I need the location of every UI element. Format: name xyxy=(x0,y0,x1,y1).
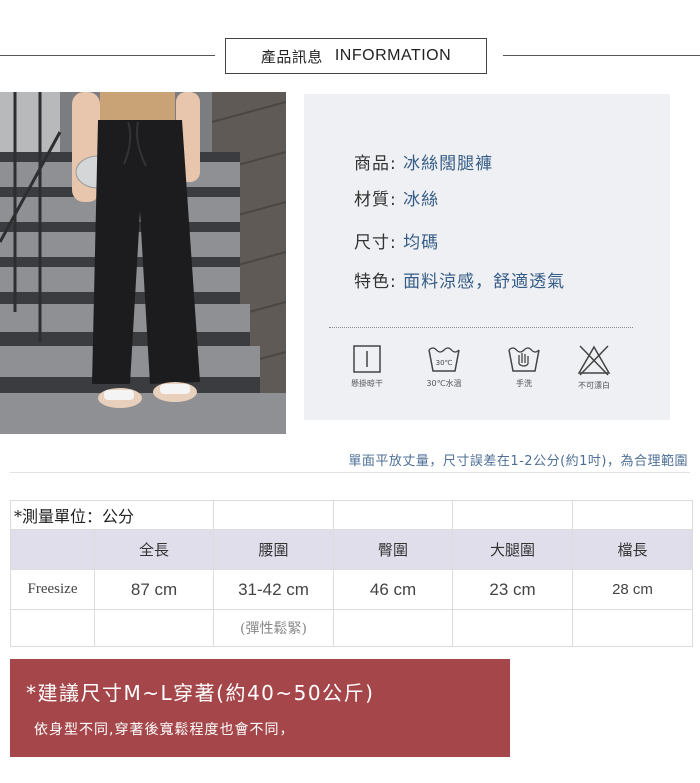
table-cell xyxy=(452,609,574,647)
table-cell: Freesize xyxy=(10,569,95,610)
table-header-cell: 大腿圍 xyxy=(452,529,574,570)
spec-item: 特色: 面料涼感，舒適透氣 xyxy=(354,272,566,292)
no-bleach-icon xyxy=(577,345,611,376)
wash-30-icon: 30℃ xyxy=(428,347,460,372)
table-cell: (彈性鬆緊) xyxy=(213,609,335,647)
care-item-no-bleach: 不可漂白 xyxy=(559,344,629,391)
divider xyxy=(329,327,633,328)
measurement-note: 單面平放丈量，尺寸誤差在1-2公分(約1吋)，為合理範圍 xyxy=(348,454,688,469)
section-title-en: INFORMATION xyxy=(334,47,452,64)
table-cell xyxy=(10,609,95,647)
table-cell xyxy=(572,609,694,647)
table-header-cell: 腰圍 xyxy=(213,529,335,570)
unit-label: *測量單位：公分 xyxy=(9,500,215,530)
divider xyxy=(10,472,690,473)
header-rule-right xyxy=(503,55,700,56)
hang-dry-icon xyxy=(353,345,381,373)
svg-text:30℃: 30℃ xyxy=(436,359,453,367)
table-unit-row: *測量單位：公分 xyxy=(9,500,694,530)
spec-item: 材質: 冰絲 xyxy=(354,190,440,210)
section-title-zh: 產品訊息 xyxy=(260,47,323,66)
table-header-cell xyxy=(10,529,95,570)
table-cell: 23 cm xyxy=(452,569,574,610)
size-table: *測量單位：公分 全長 腰圍 臀圍 大腿圍 檔長 Freesize 87 cm … xyxy=(9,500,694,647)
spec-item: 商品: 冰絲闊腿褲 xyxy=(354,154,494,174)
section-title: 產品訊息 INFORMATION xyxy=(225,38,487,74)
care-item-hand-wash: 手洗 xyxy=(489,344,559,389)
spec-item: 尺寸: 均碼 xyxy=(354,233,440,253)
table-cell xyxy=(333,609,454,647)
table-header-cell: 全長 xyxy=(93,529,215,570)
care-item-wash-30: 30℃ 30℃水溫 xyxy=(409,344,479,389)
recommendation-headline: *建議尺寸M~L穿著(約40~50公斤) xyxy=(26,681,375,705)
care-item-hang-dry: 懸掛晾干 xyxy=(332,344,402,389)
table-row: Freesize 87 cm 31-42 cm 46 cm 23 cm 28 c… xyxy=(10,569,694,610)
product-info-panel: 商品: 冰絲闊腿褲 材質: 冰絲 尺寸: 均碼 特色: 面料涼感，舒適透氣 懸掛… xyxy=(304,94,670,420)
recommendation-subtext: 依身型不同,穿著後寬鬆程度也會不同， xyxy=(34,722,295,738)
hand-wash-icon xyxy=(508,347,540,372)
table-header-cell: 檔長 xyxy=(572,529,694,570)
table-cell: 28 cm xyxy=(572,569,694,610)
table-header-cell: 臀圍 xyxy=(333,529,454,570)
size-recommendation-banner: *建議尺寸M~L穿著(約40~50公斤) 依身型不同,穿著後寬鬆程度也會不同， xyxy=(10,659,510,757)
table-cell: 46 cm xyxy=(333,569,454,610)
table-cell xyxy=(93,609,215,647)
header-rule-left xyxy=(0,55,215,56)
table-row: (彈性鬆緊) xyxy=(10,609,694,647)
table-header-row: 全長 腰圍 臀圍 大腿圍 檔長 xyxy=(10,529,694,570)
table-cell: 87 cm xyxy=(93,569,215,610)
product-photo xyxy=(0,92,286,434)
table-cell: 31-42 cm xyxy=(213,569,335,610)
